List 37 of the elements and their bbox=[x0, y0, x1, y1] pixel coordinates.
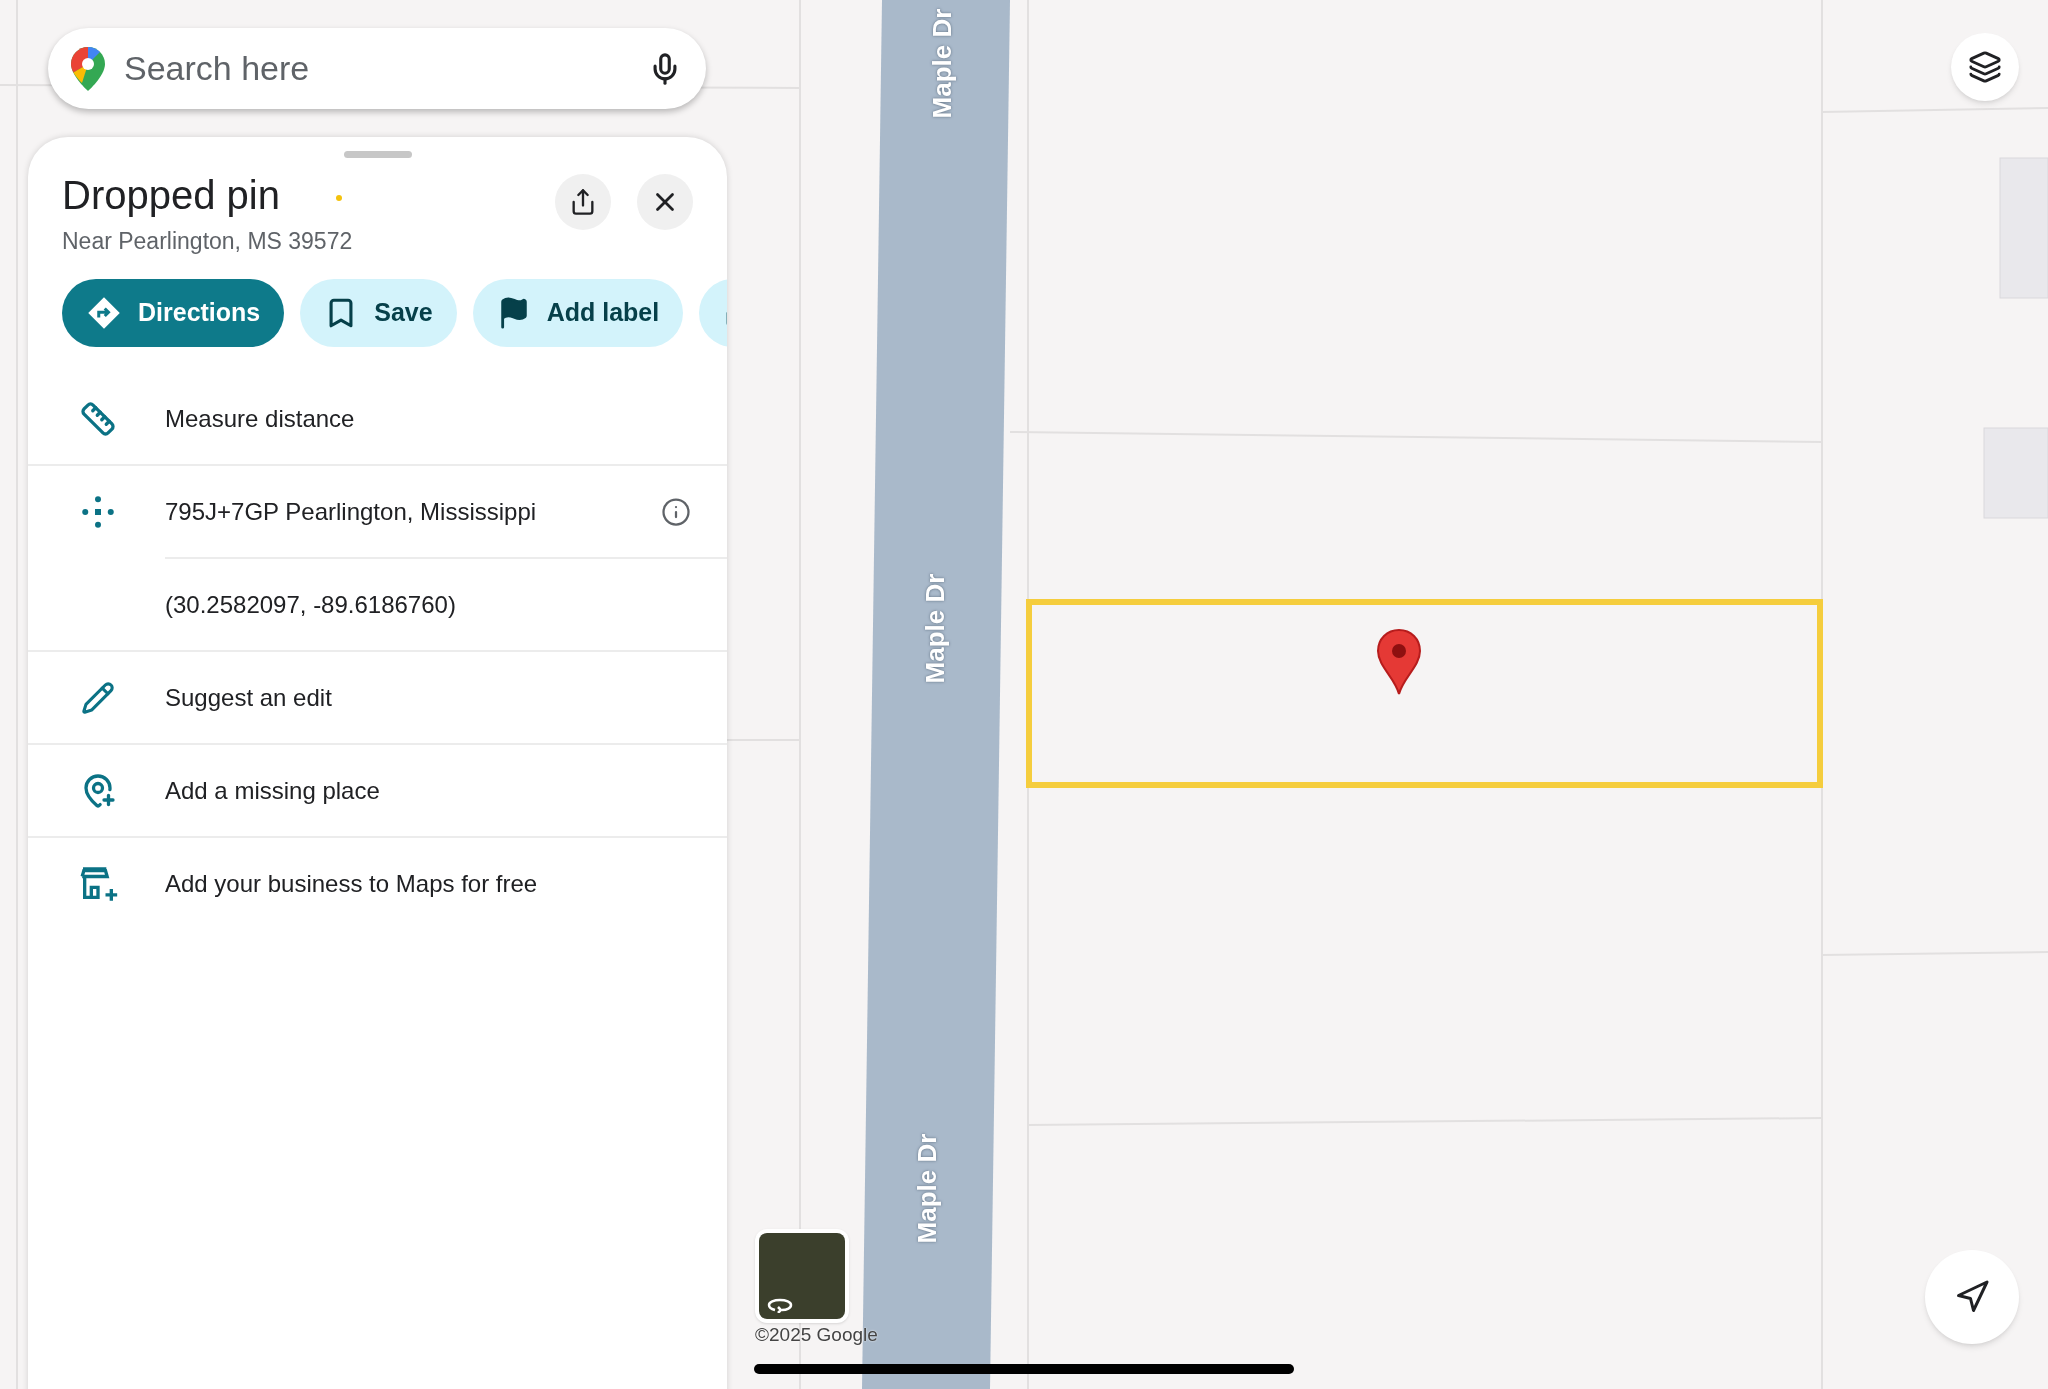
action-chip[interactable]: Add label bbox=[472, 278, 684, 347]
pencil-icon bbox=[81, 681, 115, 715]
panel-row[interactable]: Measure distance bbox=[28, 372, 727, 466]
search-input[interactable]: Search here bbox=[124, 43, 630, 94]
map-pin-icon bbox=[1376, 628, 1422, 696]
layers-button[interactable] bbox=[1951, 33, 2019, 101]
row-text: Add your business to Maps for free bbox=[165, 869, 539, 899]
panel-row[interactable]: (30.2582097, -89.6186760) bbox=[28, 558, 727, 652]
place-subtitle: Near Pearlington, MS 39572 bbox=[62, 227, 354, 256]
row-text: Suggest an edit bbox=[165, 683, 333, 713]
row-text: (30.2582097, -89.6186760) bbox=[165, 590, 457, 620]
rotate-icon bbox=[767, 1297, 793, 1313]
copyright-text: ©2025 Google bbox=[755, 1323, 878, 1347]
map-pin-logo-icon bbox=[70, 45, 106, 92]
panel-row[interactable]: Add your business to Maps for free bbox=[28, 837, 727, 931]
road-label: Maple Dr bbox=[910, 1132, 943, 1246]
panel-row[interactable]: Suggest an edit bbox=[28, 651, 727, 745]
share-button[interactable] bbox=[555, 174, 611, 230]
road-label: Maple Dr bbox=[918, 572, 951, 686]
ruler-icon bbox=[80, 401, 116, 437]
row-text: 795J+7GP Pearlington, Mississippi bbox=[165, 497, 538, 527]
row-text: Measure distance bbox=[165, 404, 356, 434]
navigation-icon bbox=[1954, 1279, 1990, 1315]
close-button[interactable] bbox=[637, 174, 693, 230]
store-plus-icon bbox=[78, 864, 118, 904]
place-title: Dropped pin bbox=[62, 172, 280, 219]
info-icon[interactable] bbox=[661, 497, 691, 527]
row-text: Add a missing place bbox=[165, 776, 381, 806]
layers-icon bbox=[1968, 50, 2002, 84]
panel-row[interactable]: 795J+7GP Pearlington, Mississippi bbox=[28, 465, 727, 559]
directions-button[interactable]: Directions bbox=[62, 278, 285, 347]
road-label: Maple Dr bbox=[925, 7, 958, 121]
panel-row[interactable]: Add a missing place bbox=[28, 744, 727, 838]
action-chip[interactable]: Save bbox=[300, 278, 457, 347]
drag-handle[interactable] bbox=[343, 151, 412, 158]
plus-code-icon bbox=[80, 494, 116, 530]
search-field[interactable]: Search here bbox=[48, 28, 706, 109]
